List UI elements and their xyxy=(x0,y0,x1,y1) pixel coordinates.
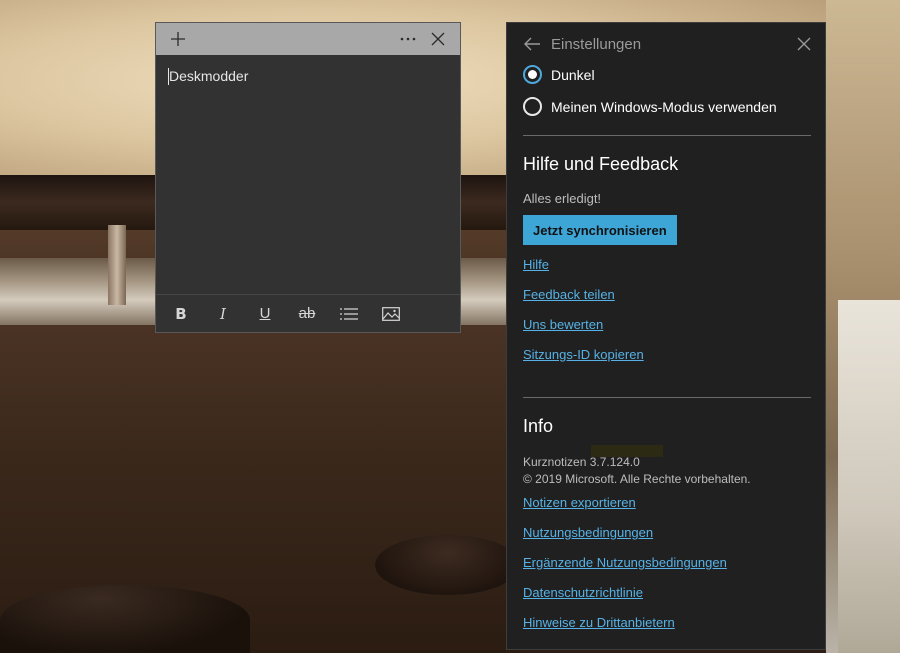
note-text-area[interactable]: Deskmodder xyxy=(156,55,460,295)
export-notes-link[interactable]: Notizen exportieren xyxy=(523,495,636,510)
divider xyxy=(523,397,811,398)
insert-image-button[interactable] xyxy=(376,299,406,329)
help-link[interactable]: Hilfe xyxy=(523,257,549,272)
radio-button[interactable] xyxy=(523,97,542,116)
wallpaper-handle xyxy=(108,225,126,305)
more-icon xyxy=(400,37,416,41)
help-heading: Hilfe und Feedback xyxy=(523,154,679,174)
sticky-note-window: Deskmodder B I U ab xyxy=(155,22,461,333)
theme-option-windows[interactable]: Meinen Windows-Modus verwenden xyxy=(523,97,777,116)
wallpaper-stool xyxy=(0,585,250,653)
settings-header: Einstellungen xyxy=(507,23,825,65)
sync-now-button[interactable]: Jetzt synchronisieren xyxy=(523,215,677,245)
theme-option-dark[interactable]: Dunkel xyxy=(523,65,595,84)
wallpaper-right-light xyxy=(838,300,900,653)
theme-option-label: Meinen Windows-Modus verwenden xyxy=(551,98,777,115)
settings-panel: Einstellungen Dunkel Meinen Windows-Modu… xyxy=(506,22,826,650)
bold-button[interactable]: B xyxy=(166,299,196,329)
close-note-button[interactable] xyxy=(424,25,452,53)
theme-option-label: Dunkel xyxy=(551,66,595,83)
image-icon xyxy=(382,306,400,321)
close-settings-button[interactable] xyxy=(791,31,817,57)
format-toolbar: B I U ab xyxy=(156,294,460,332)
supplemental-terms-link[interactable]: Ergänzende Nutzungsbedingungen xyxy=(523,555,727,570)
sync-status: Alles erledigt! xyxy=(523,191,602,206)
close-icon xyxy=(797,37,811,51)
bullet-list-button[interactable] xyxy=(334,299,364,329)
copy-session-id-link[interactable]: Sitzungs-ID kopieren xyxy=(523,347,644,362)
copyright-text: © 2019 Microsoft. Alle Rechte vorbehalte… xyxy=(523,472,751,486)
new-note-button[interactable] xyxy=(164,25,192,53)
note-menu-button[interactable] xyxy=(394,25,422,53)
app-version: Kurznotizen 3.7.124.0 xyxy=(523,455,640,469)
terms-link[interactable]: Nutzungsbedingungen xyxy=(523,525,653,540)
radio-button-checked[interactable] xyxy=(523,65,542,84)
info-heading: Info xyxy=(523,416,554,436)
text-caret xyxy=(168,68,169,85)
wallpaper-stool xyxy=(375,535,520,595)
underline-button[interactable]: U xyxy=(250,299,280,329)
divider xyxy=(523,135,811,136)
italic-button[interactable]: I xyxy=(208,299,238,329)
list-icon xyxy=(340,307,358,320)
strikethrough-button[interactable]: ab xyxy=(292,299,322,329)
settings-title: Einstellungen xyxy=(551,35,642,53)
feedback-link[interactable]: Feedback teilen xyxy=(523,287,615,302)
close-icon xyxy=(431,32,445,46)
back-button[interactable] xyxy=(517,29,547,59)
note-titlebar[interactable] xyxy=(156,23,460,55)
rate-link[interactable]: Uns bewerten xyxy=(523,317,603,332)
back-arrow-icon xyxy=(524,37,540,51)
third-party-notices-link[interactable]: Hinweise zu Drittanbietern xyxy=(523,615,675,630)
privacy-link[interactable]: Datenschutzrichtlinie xyxy=(523,585,643,600)
note-text: Deskmodder xyxy=(169,68,249,84)
plus-icon xyxy=(171,32,185,46)
